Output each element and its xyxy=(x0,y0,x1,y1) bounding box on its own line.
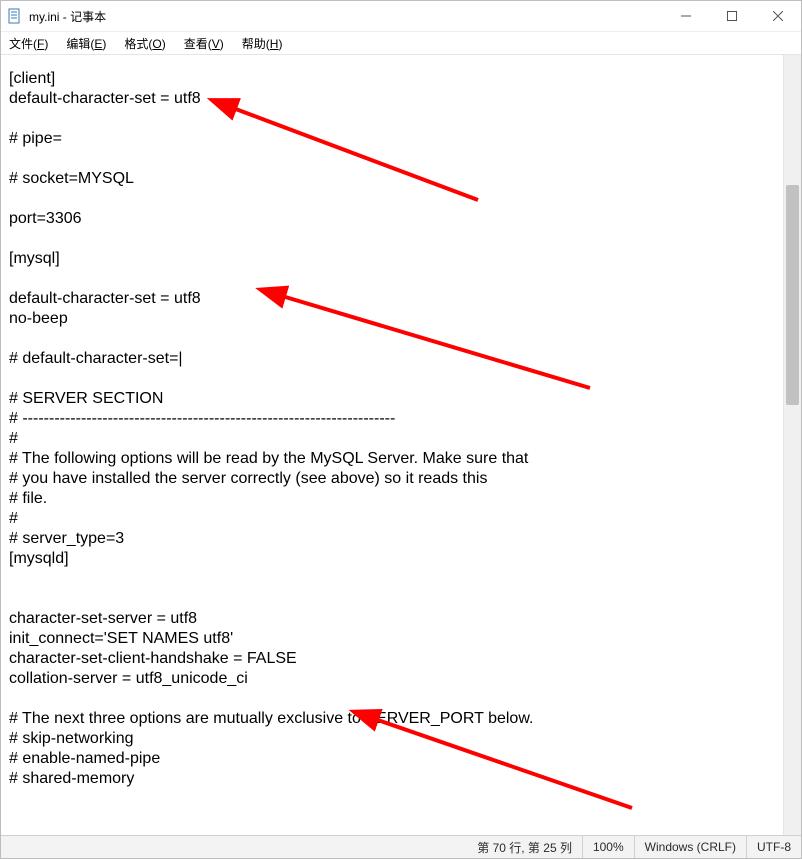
menu-help[interactable]: 帮助(H) xyxy=(238,34,287,53)
notepad-window: my.ini - 记事本 文件(F) 编辑(E) 格式(O) 查看(V) 帮助(… xyxy=(0,0,802,859)
status-zoom: 100% xyxy=(582,836,634,858)
app-icon xyxy=(7,8,23,24)
status-position: 第 70 行, 第 25 列 xyxy=(467,836,582,858)
window-title: my.ini - 记事本 xyxy=(29,8,106,25)
menu-file[interactable]: 文件(F) xyxy=(5,34,52,53)
editor-area: [client] default-character-set = utf8 # … xyxy=(1,55,801,835)
scrollbar-thumb[interactable] xyxy=(786,185,799,405)
menu-format[interactable]: 格式(O) xyxy=(120,34,169,53)
titlebar: my.ini - 记事本 xyxy=(1,1,801,32)
status-encoding: UTF-8 xyxy=(746,836,801,858)
menu-view[interactable]: 查看(V) xyxy=(180,34,228,53)
vertical-scrollbar[interactable] xyxy=(783,55,801,835)
menu-edit[interactable]: 编辑(E) xyxy=(62,34,110,53)
status-line-ending: Windows (CRLF) xyxy=(634,836,746,858)
menubar: 文件(F) 编辑(E) 格式(O) 查看(V) 帮助(H) xyxy=(1,32,801,55)
statusbar: 第 70 行, 第 25 列 100% Windows (CRLF) UTF-8 xyxy=(1,835,801,858)
maximize-button[interactable] xyxy=(709,1,755,31)
minimize-button[interactable] xyxy=(663,1,709,31)
close-button[interactable] xyxy=(755,1,801,31)
text-editor[interactable]: [client] default-character-set = utf8 # … xyxy=(1,55,783,835)
